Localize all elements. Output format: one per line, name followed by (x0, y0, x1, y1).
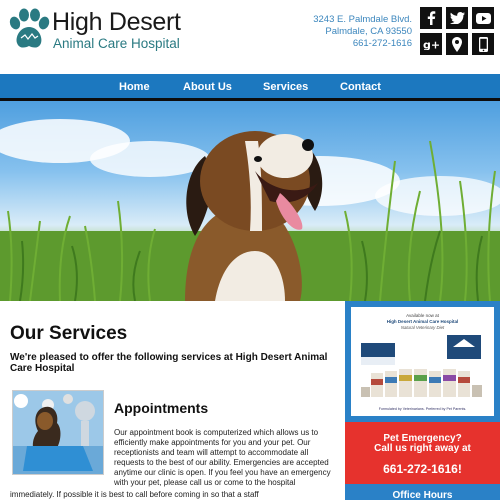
hero-dog-photo (0, 101, 500, 301)
nav-home[interactable]: Home (119, 81, 150, 93)
main-navigation: Home About Us Services Contact (0, 74, 500, 101)
promo-hospital-name: High Desert Animal Care Hospital (386, 319, 459, 324)
emergency-subheading: Call us right away at (374, 443, 471, 454)
site-header: High Desert Animal Care Hospital 3243 E.… (0, 0, 500, 74)
promo-available-text: Available now at (406, 313, 439, 318)
address-line-1: 3243 E. Palmdale Blvd. (313, 14, 412, 25)
promo-diet-text: Natural Veterinary Diet (400, 325, 445, 330)
svg-text:g+: g+ (423, 39, 439, 51)
appointments-text-continued: immediately. If possible it is best to c… (10, 490, 259, 499)
paw-print-icon[interactable] (8, 8, 50, 52)
sidebar: Available now at High Desert Animal Care… (345, 301, 500, 500)
emergency-phone-link[interactable]: 661-272-1616! (345, 462, 500, 476)
nav-about-us[interactable]: About Us (183, 81, 232, 93)
pet-food-products-image (361, 335, 482, 397)
appointments-heading: Appointments (114, 400, 209, 416)
phone-icon[interactable] (472, 33, 494, 55)
nav-contact[interactable]: Contact (340, 81, 381, 93)
header-phone[interactable]: 661-272-1616 (313, 38, 412, 50)
emergency-box: Pet Emergency? Call us right away at 661… (345, 422, 500, 484)
promo-footer-text: Formulated by Veterinarians. Preferred b… (378, 407, 467, 411)
google-plus-icon[interactable]: g+ (420, 33, 442, 55)
site-subtitle[interactable]: Animal Care Hospital (53, 36, 180, 51)
services-intro: We're pleased to offer the following ser… (10, 352, 328, 374)
puppy-vet-photo (12, 390, 104, 475)
page-title: Our Services (10, 323, 128, 344)
map-pin-icon[interactable] (446, 33, 468, 55)
main-content: Our Services We're pleased to offer the … (0, 301, 345, 500)
appointments-text: Our appointment book is computerized whi… (114, 428, 331, 487)
promo-card[interactable]: Available now at High Desert Animal Care… (351, 307, 494, 416)
twitter-icon[interactable] (446, 7, 468, 29)
site-title[interactable]: High Desert (52, 8, 181, 37)
facebook-icon[interactable] (420, 7, 442, 29)
address-block: 3243 E. Palmdale Blvd. Palmdale, CA 9355… (313, 14, 412, 50)
nav-services[interactable]: Services (263, 81, 308, 93)
address-line-2: Palmdale, CA 93550 (325, 26, 412, 37)
office-hours-heading: Office Hours (392, 490, 453, 500)
youtube-icon[interactable] (472, 7, 494, 29)
blue-buffalo-promo[interactable]: Available now at High Desert Animal Care… (345, 301, 500, 422)
office-hours-box: Office Hours (345, 484, 500, 500)
